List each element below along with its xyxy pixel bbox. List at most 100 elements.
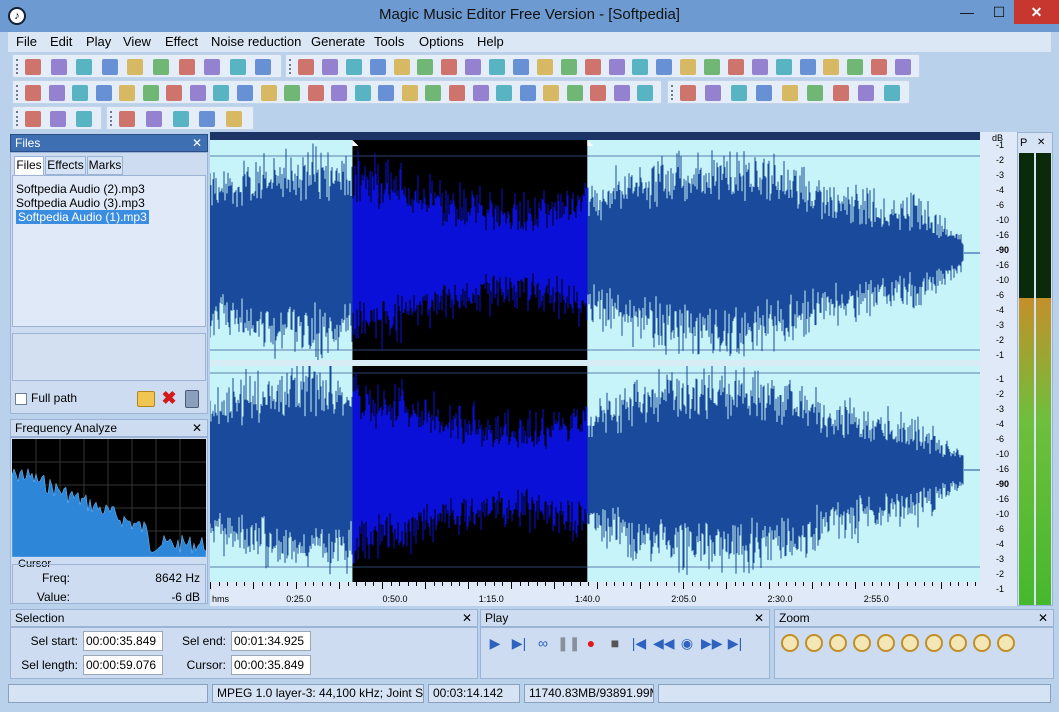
files-panel-close-icon[interactable]: ✕ bbox=[192, 135, 202, 151]
selection-panel-close-icon[interactable]: ✕ bbox=[462, 610, 472, 626]
toolbar-tool-icon[interactable] bbox=[566, 85, 583, 101]
toolbar-tool-icon[interactable] bbox=[172, 111, 189, 127]
toolbar-tool-icon[interactable] bbox=[213, 85, 230, 101]
meter-close-icon[interactable]: ✕ bbox=[1037, 137, 1045, 148]
menu-edit[interactable]: Edit bbox=[50, 34, 72, 49]
toolbar-tool-icon[interactable] bbox=[119, 111, 135, 127]
toolbar-tool-icon[interactable] bbox=[237, 85, 253, 101]
toolbar-tool-icon[interactable] bbox=[204, 59, 221, 75]
toolbar-tool-icon[interactable] bbox=[832, 85, 849, 101]
toolbar-tool-icon[interactable] bbox=[536, 59, 553, 75]
toolbar-tool-icon[interactable] bbox=[883, 85, 900, 101]
toolbar-tool-icon[interactable] bbox=[178, 59, 195, 75]
file-list-item-selected[interactable]: Softpedia Audio (1).mp3 bbox=[16, 210, 149, 224]
toolbar-tool-icon[interactable] bbox=[166, 85, 183, 101]
toolbar-tool-icon[interactable] bbox=[321, 59, 338, 75]
menu-help[interactable]: Help bbox=[477, 34, 504, 49]
menu-tools[interactable]: Tools bbox=[374, 34, 404, 49]
toolbar-tool-icon[interactable] bbox=[393, 59, 410, 75]
sel-end-field[interactable]: 00:01:34.925 bbox=[231, 631, 311, 651]
zoom-selection-icon[interactable] bbox=[829, 634, 847, 652]
zoom-vertical-in-icon[interactable] bbox=[877, 634, 895, 652]
toolbar-tool-icon[interactable] bbox=[799, 59, 816, 75]
toolbar-tool-icon[interactable] bbox=[519, 85, 536, 101]
toolbar-tool-icon[interactable] bbox=[847, 59, 864, 75]
toolbar-tool-icon[interactable] bbox=[226, 111, 243, 127]
toolbar-grip[interactable] bbox=[289, 59, 292, 74]
toolbar-tool-icon[interactable] bbox=[153, 59, 169, 75]
pause-icon[interactable]: ❚❚ bbox=[557, 635, 580, 652]
toolbar-tool-icon[interactable] bbox=[730, 85, 747, 101]
toolbar-tool-icon[interactable] bbox=[354, 85, 371, 101]
close-button[interactable]: ✕ bbox=[1014, 0, 1059, 24]
toolbar-tool-icon[interactable] bbox=[298, 59, 314, 75]
toolbar-tool-icon[interactable] bbox=[260, 85, 277, 101]
toolbar-tool-icon[interactable] bbox=[680, 59, 697, 75]
open-folder-icon[interactable] bbox=[137, 391, 155, 407]
toolbar-tool-icon[interactable] bbox=[613, 85, 630, 101]
toolbar-tool-icon[interactable] bbox=[680, 85, 696, 101]
toolbar-grip[interactable] bbox=[16, 59, 19, 74]
zoom-right-icon[interactable] bbox=[949, 634, 967, 652]
menu-effect[interactable]: Effect bbox=[165, 34, 198, 49]
toolbar-tool-icon[interactable] bbox=[95, 85, 112, 101]
toolbar-tool-icon[interactable] bbox=[781, 85, 798, 101]
toolbar-tool-icon[interactable] bbox=[858, 85, 875, 101]
skip-end-icon[interactable]: ▶| bbox=[725, 635, 745, 652]
toolbar-tool-icon[interactable] bbox=[441, 59, 458, 75]
toolbar-tool-icon[interactable] bbox=[705, 85, 722, 101]
toolbar-tool-icon[interactable] bbox=[331, 85, 348, 101]
tab-files[interactable]: Files bbox=[14, 156, 44, 175]
toolbar-grip[interactable] bbox=[110, 111, 113, 126]
menu-play[interactable]: Play bbox=[86, 34, 111, 49]
toolbar-tool-icon[interactable] bbox=[823, 59, 840, 75]
tab-marks[interactable]: Marks bbox=[87, 156, 123, 175]
toolbar-tool-icon[interactable] bbox=[72, 85, 89, 101]
toolbar-tool-icon[interactable] bbox=[378, 85, 395, 101]
menu-file[interactable]: File bbox=[16, 34, 37, 49]
toolbar-tool-icon[interactable] bbox=[449, 85, 465, 101]
toolbar-tool-icon[interactable] bbox=[512, 59, 529, 75]
toolbar-tool-icon[interactable] bbox=[637, 85, 654, 101]
menu-view[interactable]: View bbox=[123, 34, 151, 49]
toolbar-tool-icon[interactable] bbox=[345, 59, 362, 75]
toolbar-tool-icon[interactable] bbox=[895, 59, 912, 75]
skip-start-icon[interactable]: |◀ bbox=[629, 635, 649, 652]
toolbar-tool-icon[interactable] bbox=[142, 85, 159, 101]
zoom-out-icon[interactable] bbox=[805, 634, 823, 652]
toolbar-tool-icon[interactable] bbox=[75, 111, 92, 127]
delete-icon[interactable]: ✖ bbox=[160, 388, 178, 408]
menu-options[interactable]: Options bbox=[419, 34, 464, 49]
waveform-view[interactable] bbox=[210, 140, 980, 593]
toolbar-tool-icon[interactable] bbox=[369, 59, 386, 75]
rewind-icon[interactable]: ◀◀ bbox=[653, 635, 675, 652]
freq-panel-close-icon[interactable]: ✕ bbox=[192, 420, 202, 436]
toolbar-tool-icon[interactable] bbox=[50, 59, 67, 75]
play-circle-icon[interactable]: ◉ bbox=[677, 635, 697, 652]
toolbar-grip[interactable] bbox=[16, 85, 19, 100]
toolbar-tool-icon[interactable] bbox=[76, 59, 93, 75]
file-list-item[interactable]: Softpedia Audio (3).mp3 bbox=[16, 196, 145, 210]
trash-icon[interactable] bbox=[185, 390, 199, 408]
toolbar-tool-icon[interactable] bbox=[584, 59, 601, 75]
toolbar-tool-icon[interactable] bbox=[807, 85, 824, 101]
toolbar-tool-icon[interactable] bbox=[199, 111, 216, 127]
toolbar-tool-icon[interactable] bbox=[119, 85, 136, 101]
fast-forward-icon[interactable]: ▶▶ bbox=[701, 635, 723, 652]
toolbar-tool-icon[interactable] bbox=[101, 59, 118, 75]
toolbar-tool-icon[interactable] bbox=[145, 111, 162, 127]
toolbar-tool-icon[interactable] bbox=[50, 111, 67, 127]
maximize-button[interactable]: ☐ bbox=[982, 0, 1016, 24]
toolbar-tool-icon[interactable] bbox=[425, 85, 442, 101]
file-list-item[interactable]: Softpedia Audio (2).mp3 bbox=[16, 182, 145, 196]
play-selection-icon[interactable]: ▶| bbox=[509, 635, 529, 652]
toolbar-tool-icon[interactable] bbox=[472, 85, 489, 101]
full-path-checkbox[interactable] bbox=[15, 393, 27, 405]
toolbar-grip[interactable] bbox=[16, 111, 19, 126]
toolbar-tool-icon[interactable] bbox=[25, 85, 41, 101]
sel-length-field[interactable]: 00:00:59.076 bbox=[83, 655, 163, 675]
toolbar-tool-icon[interactable] bbox=[127, 59, 144, 75]
record-icon[interactable]: ● bbox=[581, 635, 601, 651]
zoom-fit-icon[interactable] bbox=[853, 634, 871, 652]
toolbar-tool-icon[interactable] bbox=[48, 85, 65, 101]
